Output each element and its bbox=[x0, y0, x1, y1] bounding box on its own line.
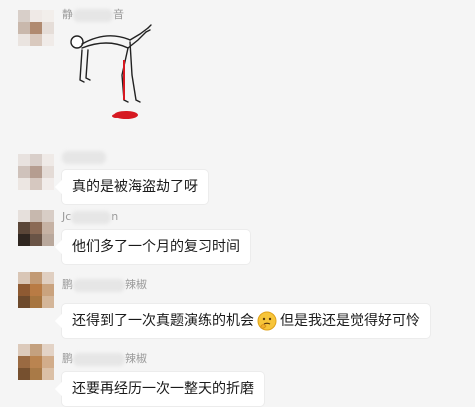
avatar[interactable] bbox=[18, 272, 54, 308]
message-text: 但是我还是觉得好可怜 bbox=[280, 313, 420, 329]
message-5: 鹏辣椒 还要再经历一次一整天的折磨 bbox=[0, 342, 475, 407]
sender-name: 鹏辣椒 bbox=[62, 278, 147, 292]
bleeding-stickman-sticker[interactable] bbox=[62, 20, 172, 130]
sender-name bbox=[62, 150, 106, 164]
message-3: Jc n 他们多了一个月的复习时间 bbox=[0, 206, 475, 266]
message-4: 鹏辣椒 还得到了一次真题演练的机会 但是我还是觉得好可怜 bbox=[0, 270, 475, 342]
avatar[interactable] bbox=[18, 210, 54, 246]
message-text: 真的是被海盗劫了呀 bbox=[72, 179, 198, 195]
message-text: 还得到了一次真题演练的机会 bbox=[72, 313, 254, 329]
message-text: 还要再经历一次一整天的折磨 bbox=[72, 381, 254, 397]
avatar[interactable] bbox=[18, 10, 54, 46]
message-sticker: 静音 bbox=[0, 0, 475, 140]
message-bubble[interactable]: 还要再经历一次一整天的折磨 bbox=[62, 372, 264, 406]
message-text: 他们多了一个月的复习时间 bbox=[72, 239, 240, 255]
message-bubble[interactable]: 还得到了一次真题演练的机会 但是我还是觉得好可怜 bbox=[62, 304, 430, 338]
avatar[interactable] bbox=[18, 344, 54, 380]
message-2: 真的是被海盗劫了呀 bbox=[0, 146, 475, 206]
message-bubble[interactable]: 真的是被海盗劫了呀 bbox=[62, 170, 208, 204]
avatar[interactable] bbox=[18, 154, 54, 190]
chat-window: 静音 真的是被海盗劫了呀 Jc n 他们多了一个月的复习时间 鹏 辣椒 还得到了… bbox=[0, 0, 475, 407]
thinking-face-icon bbox=[257, 311, 277, 331]
message-bubble[interactable]: 他们多了一个月的复习时间 bbox=[62, 230, 250, 264]
sender-name: 鹏辣椒 bbox=[62, 352, 147, 366]
sender-name: Jc n bbox=[62, 210, 119, 224]
